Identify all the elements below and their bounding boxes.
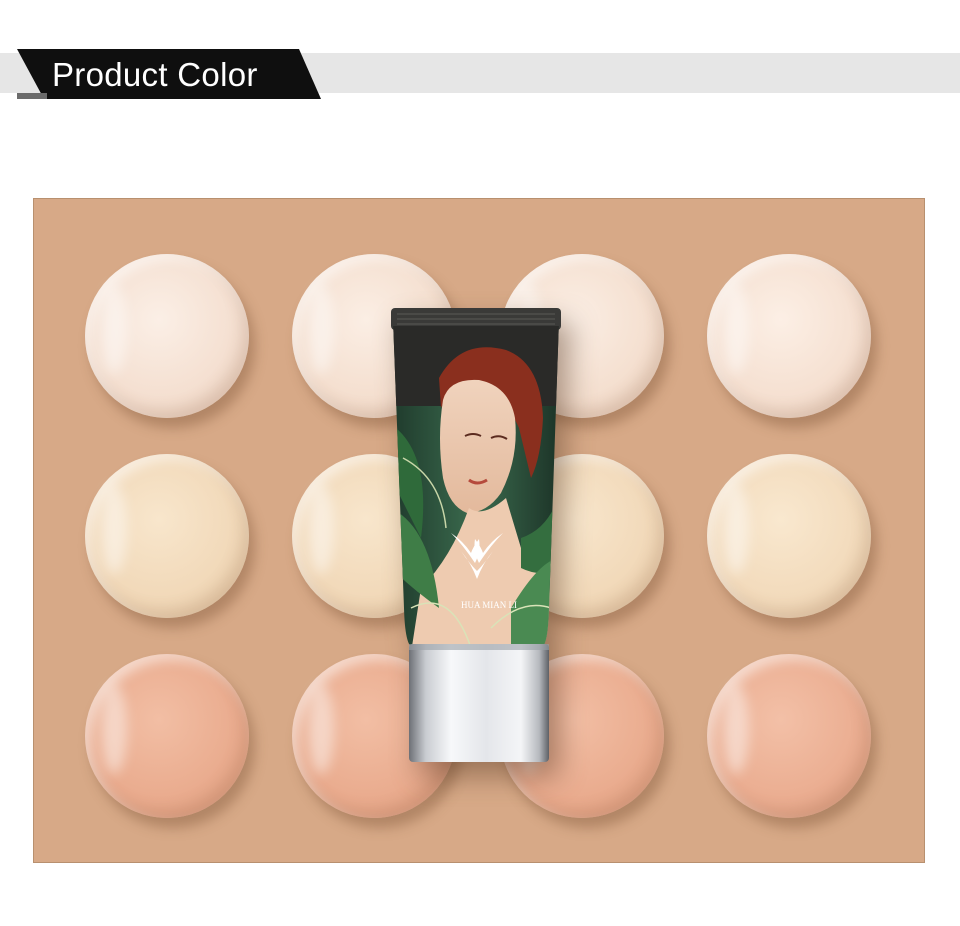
- header-accent: [17, 93, 47, 99]
- shade-swatch: [707, 254, 871, 418]
- foundation-tube-image: HUA MIAN LI: [391, 308, 561, 762]
- shade-swatch: [707, 654, 871, 818]
- shade-swatch: [85, 454, 249, 618]
- brand-text: HUA MIAN LI: [461, 600, 517, 610]
- shade-swatch: [707, 454, 871, 618]
- shade-swatch: [85, 254, 249, 418]
- section-title: Product Color: [52, 56, 258, 93]
- tube-cap: [409, 644, 549, 762]
- shade-swatch: [85, 654, 249, 818]
